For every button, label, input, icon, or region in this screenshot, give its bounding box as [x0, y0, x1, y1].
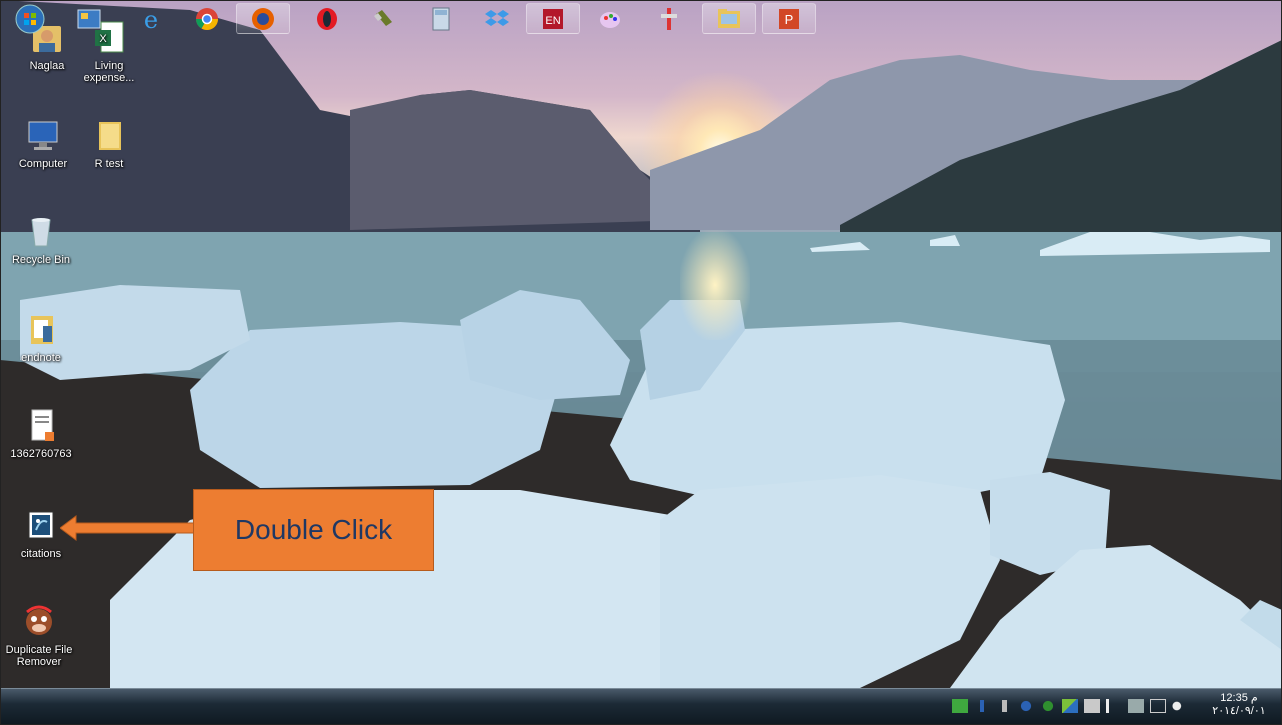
svg-text:e: e	[144, 6, 158, 32]
tray-app-icon[interactable]	[952, 699, 968, 713]
desktop-icon-computer[interactable]: Computer	[6, 118, 80, 170]
recycle-bin-icon	[31, 218, 51, 247]
computer-icon	[28, 121, 58, 150]
bluetooth-icon[interactable]	[974, 699, 990, 713]
taskbar-explorer[interactable]	[62, 3, 116, 34]
taskbar-paint[interactable]	[584, 3, 638, 34]
svg-text:EN: EN	[545, 15, 560, 27]
taskbar-tool[interactable]	[642, 3, 696, 34]
clock-time: 12:35 م	[1220, 692, 1258, 704]
icon-label: citations	[20, 548, 62, 560]
network-icon[interactable]	[1062, 699, 1078, 713]
calculator-icon	[432, 7, 450, 30]
tool-icon	[661, 7, 677, 30]
svg-text:X: X	[99, 33, 107, 45]
cow-mascot-icon	[26, 605, 52, 635]
paint-icon	[600, 11, 620, 28]
icon-label: Duplicate File Remover	[5, 644, 73, 668]
desktop-icon-endnote[interactable]: endnote	[4, 312, 78, 364]
taskbar-chrome[interactable]	[180, 3, 234, 34]
taskbar-powerpoint[interactable]: P	[762, 3, 816, 34]
double-click-callout: Double Click	[193, 489, 434, 571]
icon-label: endnote	[21, 352, 61, 364]
monitor-icon[interactable]	[1150, 699, 1166, 713]
endnote-library-icon	[28, 511, 54, 539]
dropbox-icon	[485, 9, 509, 26]
update-icon[interactable]	[1040, 699, 1056, 713]
endnote-icon: EN	[543, 8, 563, 29]
firefox-icon	[252, 7, 274, 30]
callout-arrow	[60, 515, 194, 541]
icon-label: R test	[94, 158, 124, 170]
desktop-icon-1362760763[interactable]: 1362760763	[4, 408, 78, 460]
chrome-icon	[196, 7, 218, 30]
powerpoint-icon: P	[779, 8, 799, 29]
sun-reflection	[680, 230, 750, 340]
power-icon[interactable]	[1128, 699, 1144, 713]
explorer-icon	[77, 9, 101, 28]
opera-icon	[317, 7, 337, 30]
icon-label: Computer	[18, 158, 68, 170]
folder-icon	[99, 122, 121, 150]
start-button[interactable]	[6, 3, 54, 34]
internet-explorer-icon: e	[144, 6, 158, 32]
svg-text:P: P	[785, 12, 794, 27]
taskbar-opera[interactable]	[300, 3, 354, 34]
folder-icon	[718, 8, 740, 28]
desktop-screen: Naglaa X Living expense... Computer R te…	[0, 0, 1282, 725]
dropbox-tray-icon[interactable]	[1018, 699, 1034, 713]
taskbar-dropbox[interactable]	[470, 3, 524, 34]
folder-icon	[31, 316, 53, 344]
icon-label: Naglaa	[29, 60, 65, 72]
desktop-icon-recycle-bin[interactable]: Recycle Bin	[4, 214, 78, 266]
taskbar-internet-explorer[interactable]: e	[124, 3, 178, 34]
taskbar-usb[interactable]	[356, 3, 410, 34]
usb-device-icon[interactable]	[996, 699, 1012, 713]
clock-date: ٢٠١٤/٠٩/٠١	[1212, 705, 1266, 717]
icon-label: Living expense...	[83, 60, 135, 84]
desktop-icon-duplicate-file-remover[interactable]: Duplicate File Remover	[2, 604, 76, 668]
keyboard-language-icon[interactable]	[1084, 699, 1100, 713]
start-orb-icon	[15, 4, 45, 33]
document-file-icon	[31, 409, 54, 441]
taskbar-firefox[interactable]	[236, 3, 290, 34]
wallpaper-scene	[0, 0, 1282, 688]
usb-icon	[374, 9, 392, 26]
icon-label: Recycle Bin	[11, 254, 71, 266]
mountain-middle	[350, 90, 690, 230]
desktop-icon-r-test[interactable]: R test	[72, 118, 146, 170]
icon-label: 1362760763	[10, 448, 72, 460]
system-tray	[952, 692, 1194, 720]
flag-icon[interactable]	[1106, 699, 1122, 713]
taskbar-endnote[interactable]: EN	[526, 3, 580, 34]
taskbar-calculator[interactable]	[414, 3, 468, 34]
taskbar-folder[interactable]	[702, 3, 756, 34]
taskbar-clock[interactable]: 12:35 م ٢٠١٤/٠٩/٠١	[1204, 692, 1274, 718]
volume-icon[interactable]	[1172, 699, 1188, 713]
